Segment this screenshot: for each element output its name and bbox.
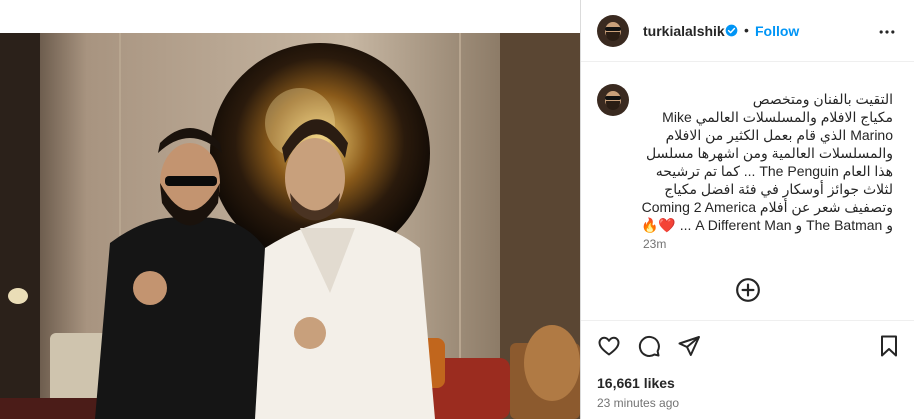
caption-line: لثلاث جوائز أوسكار في فئة افضل مكياج	[664, 181, 893, 197]
follow-button[interactable]: Follow	[755, 23, 799, 39]
comment-icon[interactable]	[637, 334, 661, 358]
post-actions-bar	[581, 320, 914, 370]
header-separator: •	[744, 22, 749, 38]
likes-count[interactable]: 16,661 likes	[597, 375, 675, 391]
author-avatar[interactable]	[597, 15, 629, 47]
verified-badge-icon	[725, 24, 738, 37]
add-circle-icon[interactable]	[735, 277, 761, 303]
post-photo[interactable]	[0, 33, 580, 419]
share-icon[interactable]	[677, 334, 701, 358]
post-detail-panel: turkialalshik • Follow التقيت بالفنان وم…	[580, 0, 914, 419]
bookmark-icon[interactable]	[877, 334, 901, 358]
caption-line: التقيت بالفنان ومتخصص	[752, 91, 893, 107]
post-timestamp[interactable]: 23 minutes ago	[597, 396, 679, 410]
caption-line: و The Batman و A Different Man ... ❤️🔥	[640, 217, 893, 233]
caption-line: هذا العام The Penguin ... كما تم ترشيحه	[655, 163, 893, 179]
more-options-icon[interactable]	[877, 22, 897, 42]
caption-avatar[interactable]	[597, 84, 629, 116]
post-photo-image	[0, 33, 580, 419]
photo-top-strip	[0, 0, 580, 33]
caption-text: التقيت بالفنان ومتخصص مكياج الافلام والم…	[637, 90, 893, 234]
post-header: turkialalshik • Follow	[581, 0, 914, 62]
caption-line: وتصفيف شعر عن أفلام Coming 2 America	[641, 199, 893, 215]
heart-icon[interactable]	[597, 334, 621, 358]
caption-timestamp[interactable]: 23m	[643, 237, 666, 251]
caption-line: والمسلسلات العالمية ومن اشهرها مسلسل	[645, 145, 893, 161]
caption-line: Marino الذي قام بعمل الكثير من الافلام	[665, 127, 893, 143]
author-username[interactable]: turkialalshik	[643, 23, 725, 39]
caption-line: مكياج الافلام والمسلسلات العالمي Mike	[662, 109, 893, 125]
